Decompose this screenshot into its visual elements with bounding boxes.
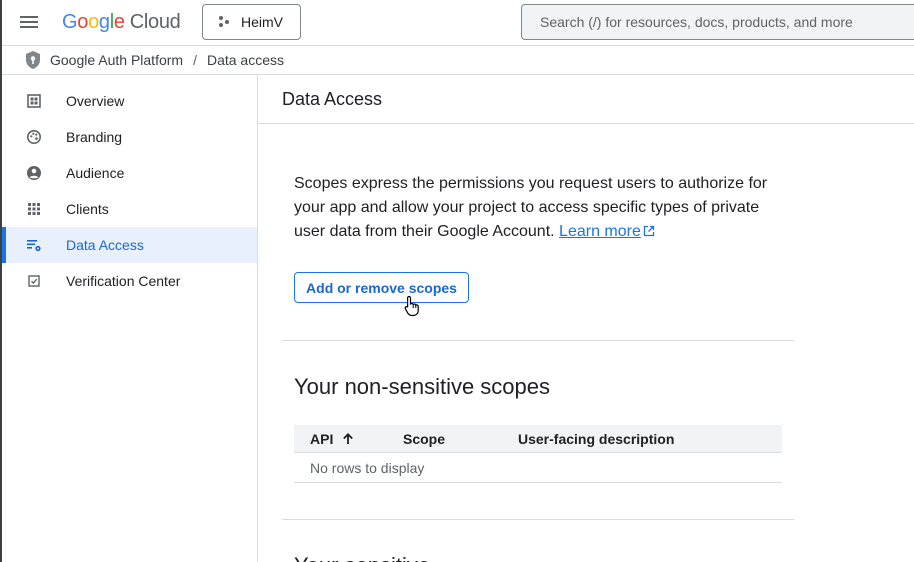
menu-icon[interactable] xyxy=(20,13,40,31)
breadcrumb-root[interactable]: Google Auth Platform xyxy=(50,52,183,68)
sidebar-item-label: Clients xyxy=(66,201,109,217)
column-header-scope[interactable]: Scope xyxy=(403,431,445,447)
scopes-description-text: Scopes express the permissions you reque… xyxy=(294,175,768,240)
account-circle-icon xyxy=(27,166,41,180)
top-bar: Google Cloud HeimV Search (/) for resourc… xyxy=(2,0,914,46)
sidebar-item-branding[interactable]: Branding xyxy=(2,119,257,155)
sidebar-item-audience[interactable]: Audience xyxy=(2,155,257,191)
project-icon xyxy=(219,16,231,28)
sidebar-divider xyxy=(257,75,258,562)
breadcrumb-current: Data access xyxy=(206,52,285,68)
sidebar-item-label: Audience xyxy=(66,165,125,181)
palette-icon xyxy=(27,130,41,144)
sidebar-item-overview[interactable]: Overview xyxy=(2,83,257,119)
sidebar-item-label: Verification Center xyxy=(66,273,181,289)
project-name: HeimV xyxy=(241,14,284,30)
sidebar-item-label: Branding xyxy=(66,129,123,145)
sidebar-item-data-access[interactable]: Data Access xyxy=(2,227,257,263)
column-header-description[interactable]: User-facing description xyxy=(518,431,674,447)
learn-more-label: Learn more xyxy=(559,223,641,240)
table-empty-row: No rows to display xyxy=(294,453,782,483)
table-header: API Scope User-facing description xyxy=(294,425,782,453)
project-picker-button[interactable]: HeimV xyxy=(202,4,301,40)
page-header: Data Access xyxy=(258,75,914,124)
open-in-new-icon xyxy=(643,225,655,237)
add-remove-scopes-button[interactable]: Add or remove scopes xyxy=(294,272,469,303)
non-sensitive-scopes-title: Your non-sensitive scopes xyxy=(294,374,551,399)
sensitive-scopes-title: Your sensitive xyxy=(294,553,430,562)
google-cloud-logo[interactable]: Google Cloud xyxy=(62,10,181,34)
verified-checkbox-icon xyxy=(28,275,40,287)
breadcrumb-separator: / xyxy=(193,52,197,68)
section-divider xyxy=(282,519,794,520)
scopes-description: Scopes express the permissions you reque… xyxy=(294,172,784,244)
sidebar: Overview Branding Audience Clients Data … xyxy=(2,83,257,299)
dashboard-icon xyxy=(27,94,41,108)
breadcrumb: Google Auth Platform / Data access xyxy=(2,46,914,75)
shield-icon xyxy=(26,51,40,69)
hand-cursor-icon xyxy=(404,295,419,317)
page-title: Data Access xyxy=(282,89,383,109)
column-label: API xyxy=(310,431,334,447)
column-header-api[interactable]: API xyxy=(310,431,355,447)
sidebar-item-clients[interactable]: Clients xyxy=(2,191,257,227)
section-divider xyxy=(282,340,794,341)
logo-product-text: Cloud xyxy=(129,11,181,33)
apps-grid-icon xyxy=(28,203,40,215)
sidebar-item-label: Data Access xyxy=(66,237,144,253)
search-input[interactable]: Search (/) for resources, docs, products… xyxy=(521,4,914,40)
sidebar-item-verification-center[interactable]: Verification Center xyxy=(2,263,257,299)
sidebar-item-label: Overview xyxy=(66,93,125,109)
sort-ascending-icon xyxy=(343,433,354,444)
empty-table-text: No rows to display xyxy=(310,460,425,476)
search-placeholder: Search (/) for resources, docs, products… xyxy=(540,14,853,30)
list-settings-icon xyxy=(27,240,41,252)
learn-more-link[interactable]: Learn more xyxy=(559,223,641,240)
non-sensitive-scopes-table: API Scope User-facing description No row… xyxy=(294,425,782,483)
